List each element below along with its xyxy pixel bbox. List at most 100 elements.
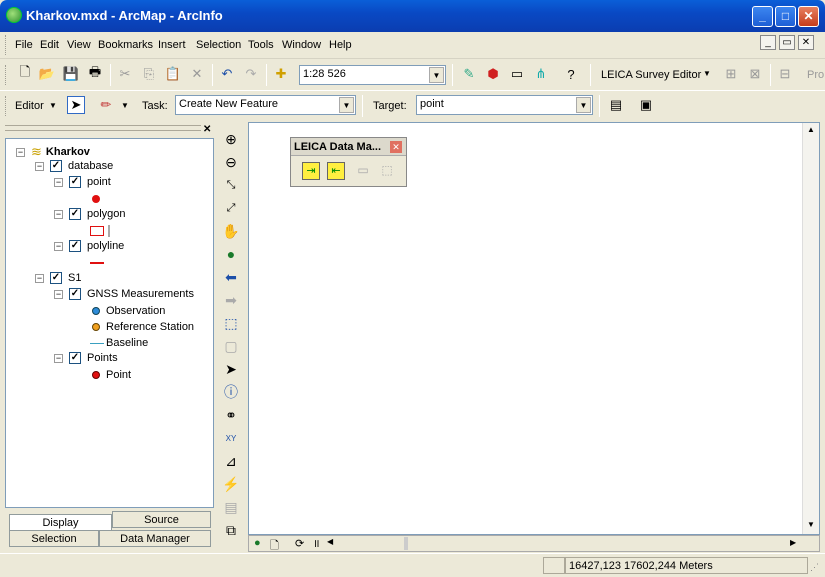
open-folder-icon[interactable]: 📂 xyxy=(38,65,56,83)
print-icon[interactable]: 🖶 xyxy=(86,64,104,83)
menu-insert[interactable]: Insert xyxy=(158,39,186,51)
leica-survey-editor-menu[interactable]: LEICA Survey Editor xyxy=(601,69,701,81)
menu-file[interactable]: File xyxy=(15,39,33,51)
minimize-button[interactable]: _ xyxy=(752,6,773,27)
disabled-tool-icon[interactable]: ▭ xyxy=(354,162,372,180)
select-elements-arrow-icon[interactable]: ➤ xyxy=(222,360,240,378)
panel-title-bar[interactable]: LEICA Data Ma... ✕ xyxy=(291,138,406,156)
scroll-down-icon[interactable]: ▼ xyxy=(807,520,815,529)
leica-tool-icon[interactable]: ⊠ xyxy=(746,65,764,83)
tab-selection[interactable]: Selection xyxy=(9,530,99,547)
toc-layer-gnss[interactable]: − ✓ GNSS Measurements xyxy=(54,288,194,300)
go-to-xy-icon[interactable]: XY xyxy=(222,429,240,447)
command-line-icon[interactable]: ▭ xyxy=(508,65,526,83)
collapse-icon[interactable]: − xyxy=(54,177,63,187)
tab-display[interactable]: Display xyxy=(9,514,112,531)
disabled-tool-icon[interactable]: ⬚ xyxy=(378,162,396,180)
clear-selection-icon[interactable]: ▢ xyxy=(222,337,240,355)
scroll-right-icon[interactable]: ▶ xyxy=(790,538,796,547)
forward-arrow-icon[interactable]: ➡ xyxy=(222,291,240,309)
chevron-down-icon[interactable]: ▼ xyxy=(121,101,129,110)
scroll-up-icon[interactable]: ▲ xyxy=(807,125,815,134)
export-icon[interactable]: ⇤ xyxy=(327,162,345,180)
sketch-pencil-icon[interactable]: ✏ xyxy=(97,96,115,114)
save-icon[interactable]: 💾 xyxy=(62,65,80,83)
toc-root[interactable]: − ≋ Kharkov xyxy=(16,144,90,160)
toc-layer-points[interactable]: − ✓ Points xyxy=(54,352,118,364)
tab-data-manager[interactable]: Data Manager xyxy=(99,530,211,547)
edit-tool-arrow-icon[interactable]: ➤ xyxy=(67,96,85,114)
create-viewer-window-icon[interactable]: ⧉ xyxy=(222,521,240,539)
chevron-down-icon[interactable]: ▼ xyxy=(49,101,57,110)
chevron-down-icon[interactable]: ▼ xyxy=(429,67,444,83)
mdi-close-icon[interactable]: ✕ xyxy=(798,35,814,50)
find-binoculars-icon[interactable]: ⚭ xyxy=(222,406,240,424)
pan-hand-icon[interactable]: ✋ xyxy=(222,222,240,240)
collapse-icon[interactable]: − xyxy=(54,241,63,251)
copy-icon[interactable]: ⎘ xyxy=(140,65,158,83)
full-extent-globe-icon[interactable]: ● xyxy=(222,245,240,263)
visibility-checkbox[interactable]: ✓ xyxy=(69,208,81,220)
back-arrow-icon[interactable]: ⬅ xyxy=(222,268,240,286)
close-button[interactable]: ✕ xyxy=(798,6,819,27)
cut-icon[interactable]: ✂ xyxy=(116,65,134,83)
attributes-icon[interactable]: ▤ xyxy=(607,96,625,114)
hyperlink-icon[interactable]: ⚡ xyxy=(222,475,240,493)
data-view-icon[interactable]: ● xyxy=(254,537,261,549)
menu-bookmarks[interactable]: Bookmarks xyxy=(98,39,153,51)
collapse-icon[interactable]: − xyxy=(35,161,44,171)
editor-menu[interactable]: Editor xyxy=(15,100,44,112)
menu-view[interactable]: View xyxy=(67,39,91,51)
collapse-icon[interactable]: − xyxy=(35,273,44,283)
target-combo[interactable]: point ▼ xyxy=(416,95,593,115)
collapse-icon[interactable]: − xyxy=(54,353,63,363)
mdi-restore-icon[interactable]: ▭ xyxy=(779,35,795,50)
toc-layer-point[interactable]: − ✓ point xyxy=(54,176,111,188)
pause-drawing-icon[interactable]: ॥ xyxy=(313,536,320,551)
measure-icon[interactable]: ⊿ xyxy=(222,452,240,470)
paste-icon[interactable]: 📋 xyxy=(164,65,182,83)
visibility-checkbox[interactable]: ✓ xyxy=(69,352,81,364)
fixed-zoom-in-icon[interactable]: ⤡ xyxy=(222,176,240,194)
editor-toolbar-icon[interactable]: ✎ xyxy=(460,65,478,83)
identify-icon[interactable]: ⓘ xyxy=(222,383,240,401)
visibility-checkbox[interactable]: ✓ xyxy=(50,160,62,172)
select-features-icon[interactable]: ⬚ xyxy=(222,314,240,332)
visibility-checkbox[interactable]: ✓ xyxy=(69,240,81,252)
scale-combo[interactable]: 1:28 526 ▼ xyxy=(299,65,446,85)
visibility-checkbox[interactable]: ✓ xyxy=(50,272,62,284)
visibility-checkbox[interactable]: ✓ xyxy=(69,288,81,300)
resize-grip-icon[interactable]: ⋰ xyxy=(810,562,819,573)
leica-tool-icon[interactable]: ⊞ xyxy=(722,65,740,83)
scroll-left-icon[interactable]: ◀ xyxy=(327,537,333,546)
maximize-button[interactable]: □ xyxy=(775,6,796,27)
toc-layer-polygon[interactable]: − ✓ polygon xyxy=(54,208,126,220)
fixed-zoom-out-icon[interactable]: ⤢ xyxy=(222,199,240,217)
menu-window[interactable]: Window xyxy=(282,39,321,51)
collapse-icon[interactable]: − xyxy=(54,289,63,299)
collapse-icon[interactable]: − xyxy=(16,147,25,157)
refresh-icon[interactable]: ⟳ xyxy=(295,537,304,550)
visibility-checkbox[interactable]: ✓ xyxy=(69,176,81,188)
chevron-down-icon[interactable]: ▼ xyxy=(576,97,591,113)
delete-icon[interactable]: ✕ xyxy=(188,65,206,83)
menu-edit[interactable]: Edit xyxy=(40,39,59,51)
whats-this-help-icon[interactable]: ? xyxy=(562,65,580,83)
toc-close-icon[interactable]: ✕ xyxy=(203,124,211,135)
mdi-minimize-icon[interactable]: _ xyxy=(760,35,776,50)
arctoolbox-icon[interactable]: ⬢ xyxy=(484,65,502,83)
menu-help[interactable]: Help xyxy=(329,39,352,51)
toc-layer-polyline[interactable]: − ✓ polyline xyxy=(54,240,124,252)
add-data-icon[interactable]: ✚ xyxy=(272,65,290,83)
redo-icon[interactable]: ↷ xyxy=(242,65,260,83)
zoom-out-icon[interactable]: ⊖ xyxy=(222,153,240,171)
new-document-icon[interactable]: 🗋 xyxy=(16,64,34,83)
task-combo[interactable]: Create New Feature ▼ xyxy=(175,95,356,115)
chevron-down-icon[interactable]: ▼ xyxy=(339,97,354,113)
toc-group-database[interactable]: − ✓ database xyxy=(35,160,113,172)
menu-tools[interactable]: Tools xyxy=(248,39,274,51)
sketch-properties-icon[interactable]: ▣ xyxy=(637,96,655,114)
toc-group-s1[interactable]: − ✓ S1 xyxy=(35,272,81,284)
tab-source[interactable]: Source xyxy=(112,511,211,528)
leica-tool-icon[interactable]: ⊟ xyxy=(776,65,794,83)
